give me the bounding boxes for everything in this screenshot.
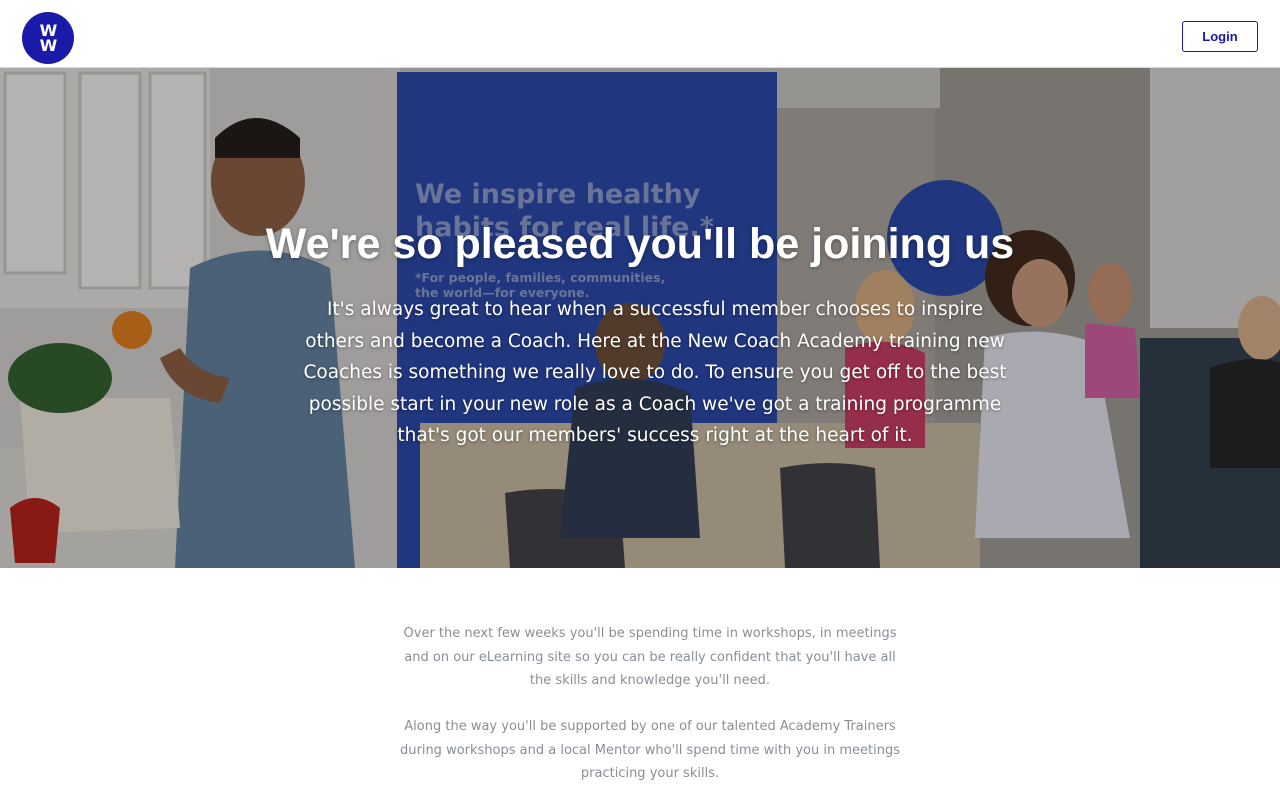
login-button[interactable]: Login [1182, 21, 1258, 52]
intro-paragraph-1: Over the next few weeks you'll be spendi… [403, 626, 897, 688]
hero-section: We inspire healthy habits for real life.… [0, 68, 1280, 568]
hero-title: We're so pleased you'll be joining us [265, 220, 1015, 268]
intro-paragraph-2: Along the way you'll be supported by one… [400, 719, 900, 781]
site-header: W W Login [0, 0, 1280, 68]
hero-intro-text: It's always great to hear when a success… [303, 299, 1007, 446]
ww-logo[interactable]: W W [22, 12, 74, 64]
logo-letter-bottom: W [39, 36, 58, 55]
